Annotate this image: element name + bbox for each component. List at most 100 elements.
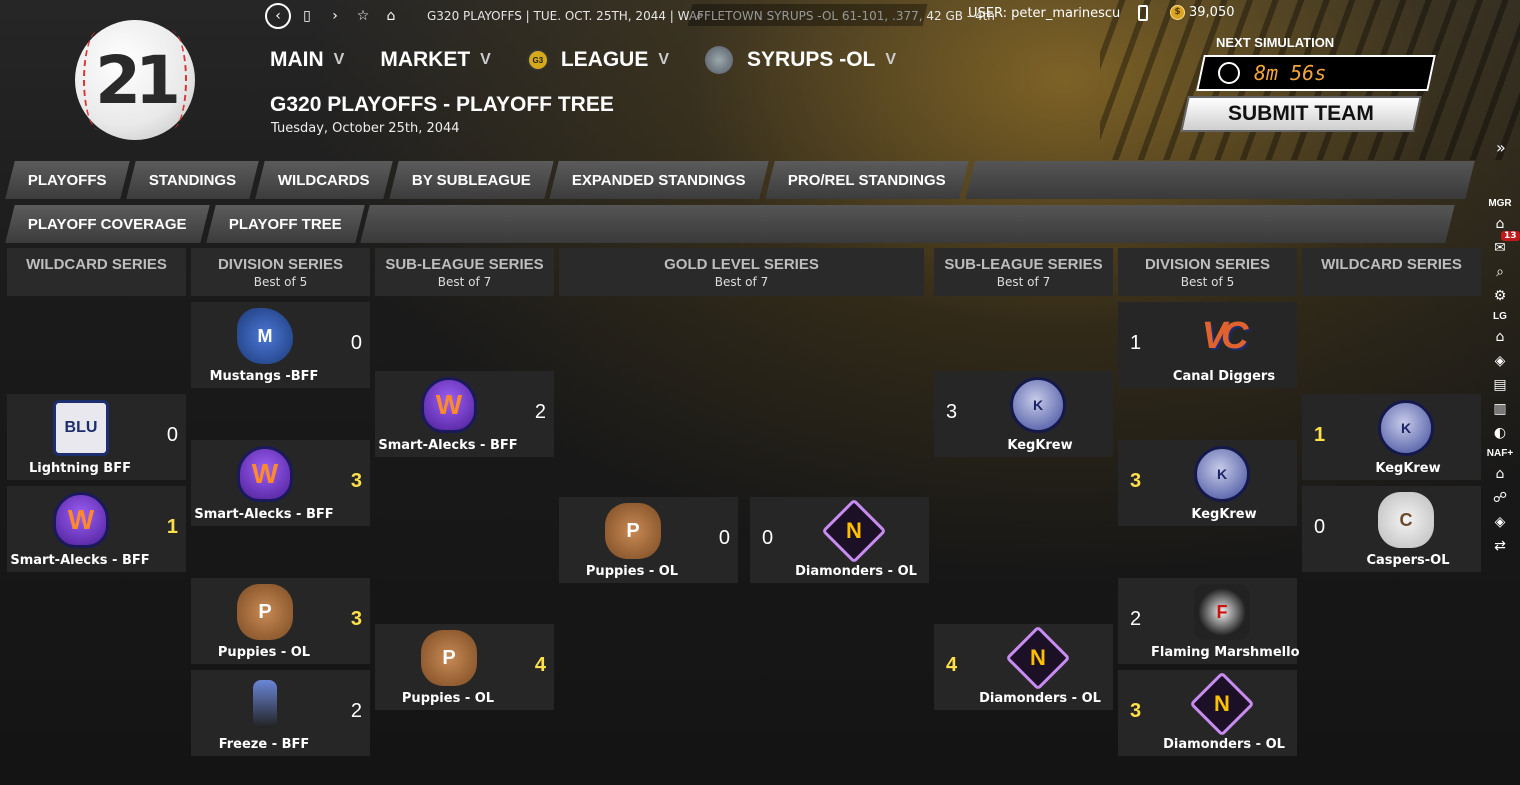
tab-expanded-standings[interactable]: EXPANDED STANDINGS xyxy=(549,161,769,199)
diamonders-logo-icon: N xyxy=(1005,625,1071,691)
tab-playoffs[interactable]: PLAYOFFS xyxy=(5,161,130,199)
column-header-subleague-right: SUB-LEAGUE SERIES Best of 7 xyxy=(934,248,1113,296)
puppies-logo-icon: P xyxy=(421,630,477,686)
team-name: Caspers-OL xyxy=(1366,553,1450,568)
team-cell-kegkrew[interactable]: K KegKrew 1 xyxy=(1302,394,1481,480)
menu-league[interactable]: G3 LEAGUE V xyxy=(526,48,669,72)
series-score: 4 xyxy=(534,654,546,676)
team-name: Freeze - BFF xyxy=(218,737,310,752)
coins-display: $ 39,050 xyxy=(1170,5,1235,20)
team-name: Mustangs -BFF xyxy=(209,369,319,384)
team-cell-diamonders[interactable]: N Diamonders - OL 4 xyxy=(934,624,1113,710)
simulation-timer: 8m 56s xyxy=(1196,55,1436,91)
home-icon[interactable]: ⌂ xyxy=(1491,328,1509,346)
column-subtitle: Best of 5 xyxy=(1180,275,1235,289)
home-icon[interactable]: ⌂ xyxy=(1491,465,1509,483)
stats-icon[interactable]: ▥ xyxy=(1491,400,1509,418)
team-cell-smart-alecks[interactable]: W Smart-Alecks - BFF 3 xyxy=(191,440,370,526)
team-cell-mustangs[interactable]: M Mustangs -BFF 0 xyxy=(191,302,370,388)
tab-playoff-coverage[interactable]: PLAYOFF COVERAGE xyxy=(5,205,210,243)
team-cell-puppies[interactable]: P Puppies - OL 4 xyxy=(375,624,554,710)
team-cell-puppies[interactable]: P Puppies - OL 3 xyxy=(191,578,370,664)
speedometer-icon xyxy=(1218,62,1240,84)
kegkrew-logo-icon: K xyxy=(1010,377,1066,433)
tab-wildcards[interactable]: WILDCARDS xyxy=(255,161,393,199)
team-cell-flaming-marshmello[interactable]: F Flaming Marshmello 2 xyxy=(1118,578,1300,664)
user-label[interactable]: USER: peter_marinescu xyxy=(968,6,1120,21)
submit-team-button[interactable]: SUBMIT TEAM xyxy=(1180,96,1422,132)
news-icon[interactable]: ▤ xyxy=(1491,376,1509,394)
tab-by-subleague[interactable]: BY SUBLEAGUE xyxy=(388,161,554,199)
team-name: Diamonders - OL xyxy=(979,691,1101,706)
device-icon[interactable] xyxy=(1138,5,1148,21)
expand-sidebar-icon[interactable]: » xyxy=(1496,138,1506,157)
column-subtitle: Best of 5 xyxy=(253,275,308,289)
menu-market[interactable]: MARKET V xyxy=(380,48,491,72)
series-score: 1 xyxy=(1130,332,1142,354)
chevron-down-icon: V xyxy=(333,51,345,68)
home-icon[interactable]: ⌂ xyxy=(379,4,403,28)
team-cell-diamonders-final[interactable]: N Diamonders - OL 0 xyxy=(750,497,929,583)
lightning-logo-icon: BLU xyxy=(53,400,109,456)
chevron-down-icon: V xyxy=(885,51,897,68)
team-name: Puppies - OL xyxy=(217,645,311,660)
search-input[interactable]: ⌕ xyxy=(687,4,928,26)
star-icon[interactable]: ☆ xyxy=(351,4,375,28)
sidebar-label-mgr: MGR xyxy=(1488,198,1512,209)
phone-view-icon[interactable]: ▯ xyxy=(295,4,319,28)
transactions-icon[interactable]: ⇄ xyxy=(1491,537,1509,555)
baseball-icon[interactable]: ◐ xyxy=(1491,424,1509,442)
tab-filler xyxy=(360,205,1455,243)
diamond-icon[interactable]: ◈ xyxy=(1491,513,1509,531)
column-subtitle: Best of 7 xyxy=(437,275,492,289)
search-icon[interactable]: ⌕ xyxy=(1491,263,1509,281)
series-score: 0 xyxy=(350,332,362,354)
mail-count-badge: 13 xyxy=(1501,231,1520,241)
submit-team-label: SUBMIT TEAM xyxy=(1228,102,1374,125)
team-cell-freeze[interactable]: Freeze - BFF 2 xyxy=(191,670,370,756)
menu-main[interactable]: MAIN V xyxy=(270,48,344,72)
team-cell-kegkrew[interactable]: K KegKrew 3 xyxy=(1118,440,1297,526)
diamonders-logo-icon: N xyxy=(821,498,887,564)
mustangs-logo-icon: M xyxy=(237,308,293,364)
series-score: 0 xyxy=(1314,516,1326,538)
tab-playoff-tree[interactable]: PLAYOFF TREE xyxy=(205,205,365,243)
diamonders-logo-letter: N xyxy=(846,517,862,543)
team-cell-caspers[interactable]: C Caspers-OL 0 xyxy=(1302,486,1481,572)
team-cell-diamonders[interactable]: N Diamonders - OL 3 xyxy=(1118,670,1297,756)
team-name: Smart-Alecks - BFF xyxy=(194,507,334,522)
freeze-logo-icon xyxy=(253,680,277,728)
sidebar-label-naf: NAF+ xyxy=(1486,448,1514,459)
team-cell-canal-diggers[interactable]: VC Canal Diggers 1 xyxy=(1118,302,1297,388)
team-name: Smart-Alecks - BFF xyxy=(10,553,150,568)
team-cell-smart-alecks[interactable]: W Smart-Alecks - BFF 1 xyxy=(7,486,186,572)
column-title: GOLD LEVEL SERIES xyxy=(664,256,819,273)
gear-icon[interactable]: ⚙ xyxy=(1491,287,1509,305)
column-title: DIVISION SERIES xyxy=(217,256,344,273)
menu-team[interactable]: SYRUPS -OL V xyxy=(705,46,896,74)
team-cell-lightning[interactable]: BLU Lightning BFF 0 xyxy=(7,394,186,480)
column-subtitle: Best of 7 xyxy=(714,275,769,289)
tab-standings[interactable]: STANDINGS xyxy=(125,161,259,199)
main-menu: MAIN V MARKET V G3 LEAGUE V SYRUPS -OL V xyxy=(270,46,932,74)
mail-icon[interactable]: ✉ 13 xyxy=(1491,231,1520,257)
back-icon[interactable]: ‹ xyxy=(265,3,291,29)
caspers-logo-icon: C xyxy=(1378,492,1434,548)
tab-filler xyxy=(965,161,1475,199)
diamonders-logo-letter: N xyxy=(1214,690,1230,716)
team-cell-smart-alecks[interactable]: W Smart-Alecks - BFF 2 xyxy=(375,371,554,457)
team-cell-puppies-final[interactable]: P Puppies - OL 0 xyxy=(559,497,738,583)
team-cell-kegkrew[interactable]: K KegKrew 3 xyxy=(934,371,1113,457)
kegkrew-logo-icon: K xyxy=(1378,400,1434,456)
forward-icon[interactable]: › xyxy=(323,4,347,28)
diamond-icon[interactable]: ◈ xyxy=(1491,352,1509,370)
tab-prorel-standings[interactable]: PRO/REL STANDINGS xyxy=(765,161,969,199)
puppies-logo-icon: P xyxy=(237,584,293,640)
series-score: 3 xyxy=(946,401,958,423)
app-logo[interactable]: 21 xyxy=(75,20,195,140)
series-score: 2 xyxy=(534,401,546,423)
series-score: 3 xyxy=(350,608,362,630)
team-name: Smart-Alecks - BFF xyxy=(378,438,518,453)
roster-icon[interactable]: ☍ xyxy=(1491,489,1509,507)
column-title: WILDCARD SERIES xyxy=(26,256,167,273)
